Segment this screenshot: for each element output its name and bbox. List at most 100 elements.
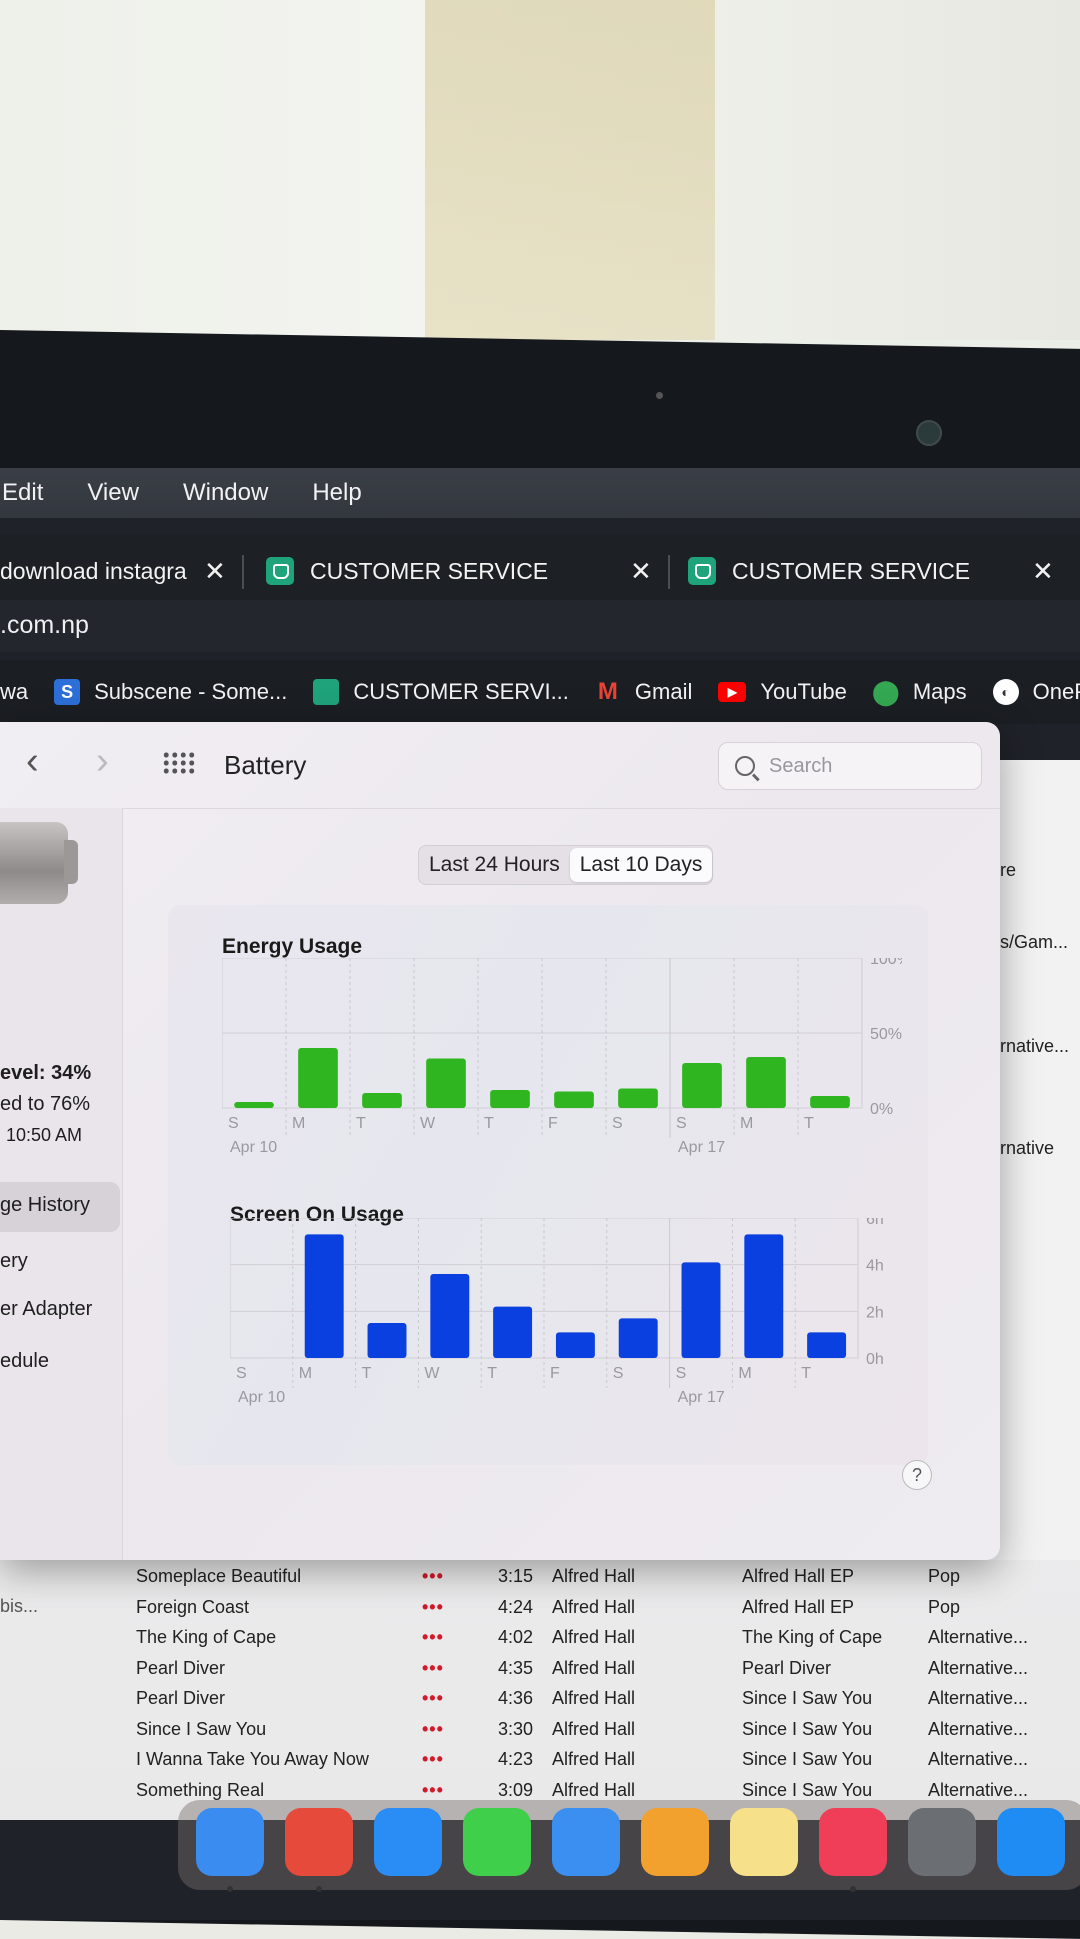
- bar[interactable]: [810, 1096, 850, 1108]
- song-artist: Alfred Hall: [552, 1657, 636, 1678]
- song-album: Alfred Hall EP: [742, 1566, 855, 1586]
- safari-icon[interactable]: [374, 1808, 442, 1876]
- bookmark-maps[interactable]: ⬤ Maps: [872, 679, 967, 706]
- song-row[interactable]: Since I Saw You ••• 3:30 Alfred Hall Since I…: [0, 1719, 1080, 1749]
- bookmark-label: CUSTOMER SERVI...: [353, 679, 569, 704]
- search-input[interactable]: [767, 753, 951, 779]
- sidebar-item-power-adapter[interactable]: er Adapter: [0, 1298, 92, 1321]
- system-settings-icon[interactable]: [908, 1808, 976, 1876]
- bar[interactable]: [618, 1088, 658, 1109]
- bar[interactable]: [554, 1091, 594, 1109]
- webcam: [916, 420, 942, 446]
- close-icon[interactable]: ✕: [204, 556, 226, 587]
- menu-view[interactable]: View: [87, 479, 139, 507]
- sidebar-item-battery[interactable]: ery: [0, 1250, 28, 1273]
- song-dots[interactable]: •••: [422, 1658, 444, 1679]
- bookmark-oneplus[interactable]: ◐ OnePl: [992, 679, 1080, 705]
- shield-icon: [313, 679, 340, 705]
- bar[interactable]: [618, 1318, 658, 1358]
- url-text: .com.np: [0, 611, 89, 639]
- x-tick-label: M: [299, 1365, 312, 1382]
- bar[interactable]: [430, 1274, 470, 1358]
- bar[interactable]: [744, 1234, 784, 1358]
- battery-tip: [64, 840, 78, 884]
- bookmark-label: Maps: [912, 679, 967, 704]
- bookmark-wa[interactable]: wa: [0, 679, 28, 705]
- song-genre: Pop: [928, 1596, 961, 1617]
- song-row[interactable]: Foreign Coast ••• 4:24 Alfred Hall Alfred Ha…: [0, 1597, 1080, 1627]
- bookmark-youtube[interactable]: ▶ YouTube: [718, 679, 847, 705]
- bar[interactable]: [367, 1323, 407, 1358]
- bookmark-subscene[interactable]: S Subscene - Some...: [54, 679, 287, 705]
- sidebar-item-usage-history[interactable]: ge History: [0, 1194, 90, 1217]
- chart0-svg: 100% 50% 0% S M T W T F S S M T Apr 10 Apr 17: [222, 958, 902, 1156]
- charged-to: ed to 76%: [0, 1093, 91, 1115]
- song-dots[interactable]: •••: [422, 1627, 444, 1648]
- song-row[interactable]: Someplace Beautiful ••• 3:15 Alfred Hall Alf…: [0, 1566, 1080, 1596]
- music-icon[interactable]: [819, 1808, 887, 1876]
- song-row[interactable]: Pearl Diver ••• 4:36 Alfred Hall Since I Saw…: [0, 1688, 1080, 1718]
- menu-edit[interactable]: Edit: [2, 479, 43, 507]
- mail-icon[interactable]: [552, 1808, 620, 1876]
- help-button[interactable]: ?: [902, 1460, 932, 1490]
- bar[interactable]: [490, 1090, 530, 1108]
- window-toolbar: ‹ › Battery: [0, 722, 1000, 809]
- song-time: 4:35: [498, 1657, 534, 1678]
- song-dots[interactable]: •••: [422, 1749, 444, 1770]
- bookmark-label: YouTube: [760, 679, 847, 704]
- bar[interactable]: [298, 1048, 338, 1108]
- x-tick-label: M: [740, 1115, 753, 1132]
- x-tick-label: M: [292, 1115, 305, 1132]
- messages-icon[interactable]: [463, 1808, 531, 1876]
- notes-icon[interactable]: [730, 1808, 798, 1876]
- song-dots[interactable]: •••: [422, 1688, 444, 1709]
- address-bar[interactable]: .com.np: [0, 600, 1080, 652]
- song-dots[interactable]: •••: [422, 1597, 444, 1618]
- forward-icon[interactable]: ›: [96, 740, 109, 783]
- bookmark-customer-service[interactable]: CUSTOMER SERVI...: [313, 679, 569, 705]
- segment-last-10-days[interactable]: Last 10 Days: [569, 848, 713, 882]
- bar[interactable]: [493, 1306, 533, 1358]
- song-title: Something Real: [136, 1779, 265, 1800]
- tab-customer-service-2[interactable]: CUSTOMER SERVICE ✕: [688, 547, 1054, 595]
- tab-label: CUSTOMER SERVICE: [310, 557, 549, 584]
- grid-icon[interactable]: [162, 751, 196, 775]
- sidebar-item-schedule[interactable]: edule: [0, 1350, 49, 1373]
- bar[interactable]: [682, 1063, 722, 1108]
- app-store-icon[interactable]: [997, 1808, 1065, 1876]
- song-genre: Alternative...: [928, 1749, 1029, 1769]
- finder-icon[interactable]: [196, 1808, 264, 1876]
- song-genre: Alternative...: [928, 1627, 1029, 1647]
- close-icon[interactable]: ✕: [1032, 556, 1054, 587]
- song-row[interactable]: The King of Cape ••• 4:02 Alfred Hall The Ki…: [0, 1627, 1080, 1657]
- bar[interactable]: [234, 1102, 274, 1108]
- menu-window[interactable]: Window: [183, 479, 268, 507]
- bar[interactable]: [746, 1057, 786, 1108]
- menu-help[interactable]: Help: [312, 479, 361, 507]
- bookmark-gmail[interactable]: M Gmail: [595, 678, 692, 705]
- song-row[interactable]: Pearl Diver ••• 4:35 Alfred Hall Pearl Diver…: [0, 1658, 1080, 1688]
- tab-label: download instagra: [0, 557, 187, 584]
- segment-last-24-hours[interactable]: Last 24 Hours: [419, 848, 570, 882]
- y-tick-label: 50%: [870, 1026, 902, 1043]
- close-icon[interactable]: ✕: [630, 556, 652, 587]
- bar[interactable]: [304, 1234, 344, 1358]
- bar[interactable]: [426, 1058, 466, 1109]
- bar[interactable]: [681, 1262, 721, 1358]
- back-icon[interactable]: ‹: [26, 740, 39, 783]
- song-dots[interactable]: •••: [422, 1566, 444, 1587]
- song-dots[interactable]: •••: [422, 1719, 444, 1740]
- song-dots[interactable]: •••: [422, 1780, 444, 1801]
- tab-customer-service-1[interactable]: CUSTOMER SERVICE ✕: [266, 547, 652, 595]
- bar[interactable]: [555, 1332, 595, 1358]
- song-artist: Alfred Hall: [552, 1566, 636, 1586]
- chrome-icon[interactable]: [285, 1808, 353, 1876]
- bar[interactable]: [362, 1093, 402, 1108]
- song-title: The King of Cape: [136, 1627, 277, 1647]
- photos-icon[interactable]: [641, 1808, 709, 1876]
- search-field[interactable]: [718, 742, 982, 790]
- x-tick-label: S: [676, 1115, 687, 1132]
- tab-download[interactable]: download instagra ✕: [0, 547, 226, 595]
- bar[interactable]: [807, 1332, 847, 1358]
- song-row[interactable]: I Wanna Take You Away Now ••• 4:23 Alfred H…: [0, 1749, 1080, 1779]
